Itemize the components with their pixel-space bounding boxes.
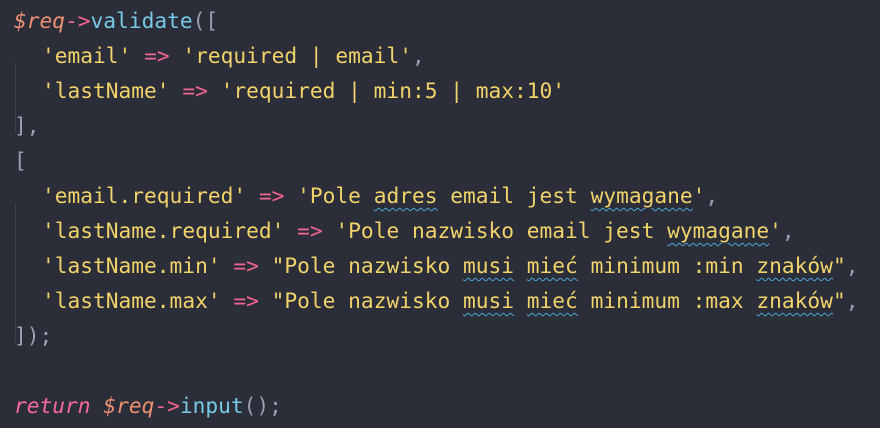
fat-arrow-operator: => xyxy=(233,288,259,313)
key-email: 'email' xyxy=(42,43,132,68)
code-line-8: 'lastName.min' => "Pole nazwisko musi mi… xyxy=(14,248,880,308)
key-lastname-required: 'lastName.required' xyxy=(42,218,285,243)
message-text xyxy=(514,288,527,313)
message-text: 'Pole xyxy=(297,183,374,208)
message-text: ' xyxy=(769,218,782,243)
spellcheck-word[interactable]: musi xyxy=(463,288,514,313)
comma: , xyxy=(411,43,425,68)
spellcheck-word[interactable]: adres xyxy=(374,183,438,208)
fat-arrow-operator: => xyxy=(182,78,208,103)
comma: , xyxy=(845,253,859,278)
message-text: "Pole nazwisko xyxy=(271,288,463,313)
code-line-12: return $req->input(); xyxy=(14,388,880,423)
open-bracket: [ xyxy=(14,148,27,173)
spellcheck-word[interactable]: mieć xyxy=(527,288,578,313)
key-email-required: 'email.required' xyxy=(42,183,247,208)
code-line-1: $req->validate([ xyxy=(14,3,880,38)
rule-lastname: 'required | min:5 | max:10' xyxy=(220,78,566,103)
rule-email: 'required | email' xyxy=(182,43,412,68)
key-lastname-max: 'lastName.max' xyxy=(42,288,221,313)
comma: , xyxy=(845,288,859,313)
fat-arrow-operator: => xyxy=(233,253,259,278)
code-line-10: ]); xyxy=(14,318,880,353)
message-text: ' xyxy=(692,183,706,208)
message-text: " xyxy=(832,288,846,313)
variable-req: $req xyxy=(103,393,155,418)
message-text xyxy=(514,253,527,278)
keyword-return: return xyxy=(14,393,91,418)
fat-arrow-operator: => xyxy=(258,183,285,208)
method-validate: validate xyxy=(90,8,193,33)
message-lastname-required: 'Pole nazwisko email jest wymagane' xyxy=(335,218,781,243)
arrow-operator: -> xyxy=(154,393,180,418)
method-input: input xyxy=(179,393,244,418)
message-text: email jest xyxy=(437,183,591,208)
spellcheck-word[interactable]: znaków xyxy=(756,288,833,313)
message-email-required: 'Pole adres email jest wymagane' xyxy=(297,183,705,208)
code-line-2: 'email' => 'required | email', xyxy=(14,38,880,98)
close-bracket-paren: ]); xyxy=(14,323,53,348)
spellcheck-word[interactable]: musi xyxy=(463,253,514,278)
code-line-11-empty xyxy=(14,353,880,388)
spellcheck-word[interactable]: znaków xyxy=(756,253,833,278)
call-parens: (); xyxy=(243,393,282,418)
code-line-9: 'lastName.max' => "Pole nazwisko musi mi… xyxy=(14,283,880,343)
open-paren-bracket: ([ xyxy=(192,8,219,33)
key-lastname: 'lastName' xyxy=(42,78,170,103)
spellcheck-word[interactable]: wymagane xyxy=(591,183,693,208)
fat-arrow-operator: => xyxy=(297,218,323,243)
arrow-operator: -> xyxy=(65,8,91,33)
fat-arrow-operator: => xyxy=(144,43,170,68)
message-lastname-min: "Pole nazwisko musi mieć minimum :min zn… xyxy=(272,253,846,278)
variable-req: $req xyxy=(14,8,66,33)
spellcheck-word[interactable]: mieć xyxy=(527,253,578,278)
comma: , xyxy=(781,218,795,243)
code-line-6: 'email.required' => 'Pole adres email je… xyxy=(14,178,880,238)
code-line-4: ], xyxy=(14,108,880,143)
message-lastname-max: "Pole nazwisko musi mieć minimum :max zn… xyxy=(272,288,846,313)
message-text: 'Pole nazwisko email jest xyxy=(335,218,668,243)
code-line-3: 'lastName' => 'required | min:5 | max:10… xyxy=(14,73,880,133)
key-lastname-min: 'lastName.min' xyxy=(42,253,221,278)
message-text: minimum :max xyxy=(577,288,757,313)
message-text: minimum :min xyxy=(577,253,757,278)
code-editor[interactable]: $req->validate([ 'email' => 'required | … xyxy=(0,0,880,428)
code-line-5: [ xyxy=(14,143,880,178)
spellcheck-word[interactable]: wymagane xyxy=(667,218,769,243)
comma: , xyxy=(705,183,719,208)
message-text: " xyxy=(832,253,846,278)
message-text: "Pole nazwisko xyxy=(271,253,463,278)
close-bracket: ], xyxy=(14,113,40,138)
code-line-7: 'lastName.required' => 'Pole nazwisko em… xyxy=(14,213,880,273)
